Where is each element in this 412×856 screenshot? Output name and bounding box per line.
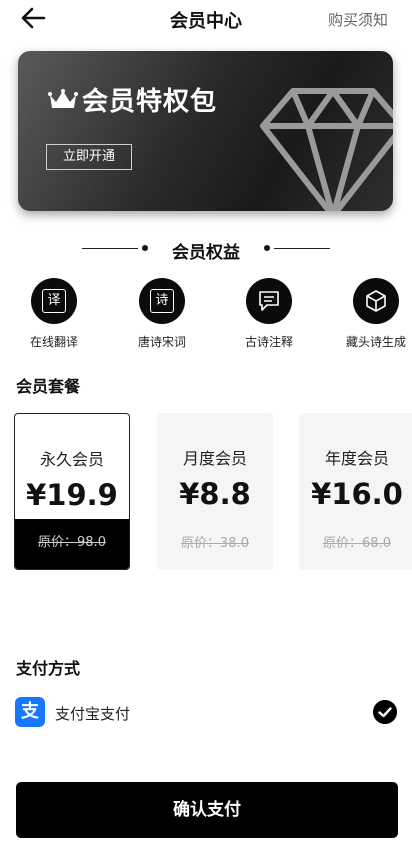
package-original-price: 原价：98.0	[15, 519, 129, 569]
benefit-poems[interactable]: 诗 唐诗宋词	[122, 278, 202, 350]
translate-icon: 译	[31, 278, 77, 324]
purchase-notice-link[interactable]: 购买须知	[328, 9, 388, 30]
package-price: ¥16.0	[311, 477, 403, 511]
dot-right	[264, 245, 270, 251]
benefit-label: 在线翻译	[29, 335, 78, 349]
cube-icon	[353, 278, 399, 324]
payment-option-alipay[interactable]: 支 支付宝支付	[15, 697, 397, 727]
package-name: 月度会员	[182, 449, 247, 468]
packages-title: 会员套餐	[16, 377, 81, 396]
top-bar: 会员中心 购买须知	[0, 0, 412, 38]
package-price: ¥19.9	[26, 478, 118, 512]
package-yearly[interactable]: 年度会员 ¥16.0 原价：68.0	[299, 413, 412, 570]
diamond-icon	[260, 88, 393, 211]
benefit-translate[interactable]: 译 在线翻译	[14, 278, 94, 350]
banner-title: 会员特权包	[82, 87, 218, 117]
benefit-label: 藏头诗生成	[345, 335, 406, 349]
benefit-acrostic[interactable]: 藏头诗生成	[336, 278, 412, 350]
vip-banner: 会员特权包 立即开通	[18, 51, 393, 211]
comment-icon	[246, 278, 292, 324]
benefit-label: 唐诗宋词	[137, 335, 186, 349]
poem-icon: 诗	[139, 278, 185, 324]
crown-icon	[48, 89, 78, 108]
benefits-heading: 会员权益	[0, 232, 412, 263]
benefit-annotation[interactable]: 古诗注释	[229, 278, 309, 350]
payment-label: 支付宝支付	[55, 705, 131, 723]
payment-title: 支付方式	[16, 659, 81, 678]
package-original-price: 原价：68.0	[323, 536, 391, 551]
confirm-payment-button[interactable]: 确认支付	[16, 782, 398, 838]
package-monthly[interactable]: 月度会员 ¥8.8 原价：38.0	[157, 413, 273, 570]
open-now-button[interactable]: 立即开通	[46, 144, 132, 170]
benefit-label: 古诗注释	[244, 335, 293, 349]
divider-right	[274, 248, 330, 249]
check-icon[interactable]	[373, 700, 397, 724]
benefits-title: 会员权益	[172, 243, 240, 263]
package-price: ¥8.8	[179, 477, 251, 511]
alipay-icon: 支	[15, 697, 45, 727]
package-name: 年度会员	[324, 449, 389, 468]
package-lifetime[interactable]: 永久会员 ¥19.9 原价：98.0	[14, 413, 130, 570]
package-name: 永久会员	[39, 450, 104, 469]
package-original-price: 原价：38.0	[181, 536, 249, 551]
